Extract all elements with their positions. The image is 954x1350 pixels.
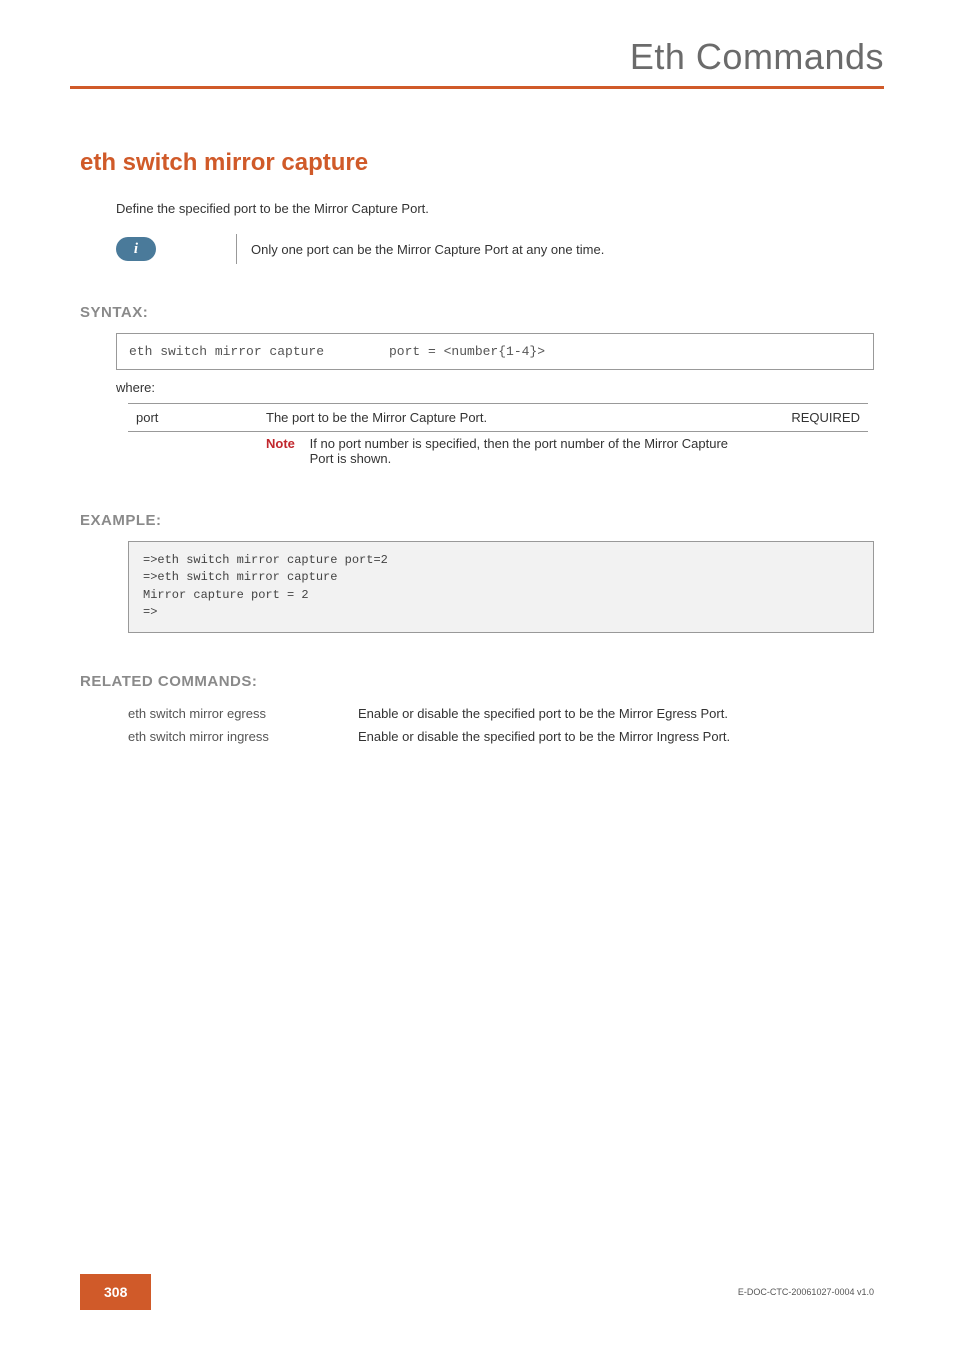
related-label: RELATED COMMANDS: bbox=[80, 673, 874, 690]
example-label: EXAMPLE: bbox=[80, 512, 874, 529]
syntax-args: port = <number{1-4}> bbox=[389, 344, 545, 359]
param-required: REQUIRED bbox=[778, 404, 868, 432]
related-cmd: eth switch mirror ingress bbox=[128, 725, 358, 748]
header-rule bbox=[70, 86, 884, 89]
page-number: 308 bbox=[80, 1274, 151, 1310]
page-footer: 308 E-DOC-CTC-20061027-0004 v1.0 bbox=[0, 1274, 954, 1310]
example-box: =>eth switch mirror capture port=2 =>eth… bbox=[128, 541, 874, 633]
info-callout: i Only one port can be the Mirror Captur… bbox=[116, 234, 874, 264]
param-name: port bbox=[128, 404, 258, 432]
note-label: Note bbox=[266, 436, 306, 451]
param-note-row: Note If no port number is specified, the… bbox=[128, 432, 868, 473]
info-text: Only one port can be the Mirror Capture … bbox=[251, 242, 604, 257]
info-separator bbox=[236, 234, 237, 264]
related-cmd: eth switch mirror egress bbox=[128, 702, 358, 725]
related-table: eth switch mirror egress Enable or disab… bbox=[128, 702, 738, 748]
note-text: If no port number is specified, then the… bbox=[310, 436, 730, 466]
intro-text: Define the specified port to be the Mirr… bbox=[116, 201, 874, 216]
related-row: eth switch mirror egress Enable or disab… bbox=[128, 702, 738, 725]
command-title: eth switch mirror capture bbox=[80, 149, 874, 177]
content-area: eth switch mirror capture Define the spe… bbox=[0, 99, 954, 748]
related-desc: Enable or disable the specified port to … bbox=[358, 702, 738, 725]
param-desc: The port to be the Mirror Capture Port. bbox=[258, 404, 778, 432]
related-desc: Enable or disable the specified port to … bbox=[358, 725, 738, 748]
document-id: E-DOC-CTC-20061027-0004 v1.0 bbox=[738, 1287, 874, 1297]
page-header: Eth Commands bbox=[0, 0, 954, 99]
param-table: port The port to be the Mirror Capture P… bbox=[128, 403, 868, 472]
header-category: Eth Commands bbox=[70, 36, 884, 78]
where-label: where: bbox=[116, 380, 874, 395]
syntax-command: eth switch mirror capture bbox=[129, 344, 389, 359]
related-row: eth switch mirror ingress Enable or disa… bbox=[128, 725, 738, 748]
syntax-label: SYNTAX: bbox=[80, 304, 874, 321]
info-icon: i bbox=[116, 237, 156, 261]
param-row: port The port to be the Mirror Capture P… bbox=[128, 404, 868, 432]
syntax-box: eth switch mirror capture port = <number… bbox=[116, 333, 874, 370]
